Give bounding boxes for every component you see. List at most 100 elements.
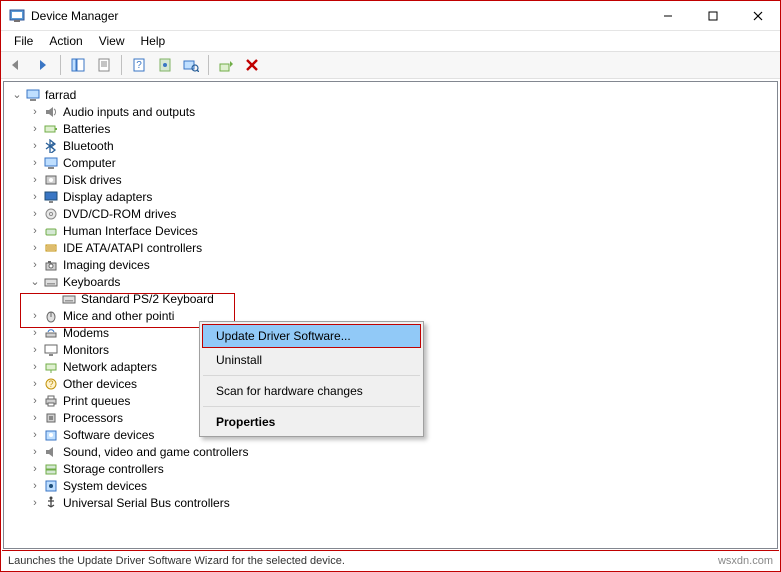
usb-icon	[43, 495, 59, 511]
menu-action[interactable]: Action	[42, 32, 89, 50]
tree-item-label: Audio inputs and outputs	[63, 105, 195, 119]
forward-button[interactable]	[31, 54, 55, 76]
toolbar-separator	[208, 55, 209, 75]
tree-item-label: Disk drives	[63, 173, 122, 187]
tree-item-label: Processors	[63, 411, 123, 425]
expand-icon[interactable]: ›	[28, 241, 42, 255]
minimize-button[interactable]	[645, 1, 690, 30]
tree-category[interactable]: ›Batteries	[26, 120, 777, 137]
tree-category[interactable]: › Disk drives	[26, 171, 777, 188]
close-button[interactable]	[735, 1, 780, 30]
expand-icon[interactable]: ›	[28, 207, 42, 221]
expand-icon[interactable]: ›	[28, 258, 42, 272]
tree-device[interactable]: Standard PS/2 Keyboard	[44, 290, 777, 307]
update-driver-button[interactable]	[214, 54, 238, 76]
display-icon	[43, 189, 59, 205]
menu-view[interactable]: View	[92, 32, 132, 50]
expand-icon[interactable]: ›	[28, 394, 42, 408]
expand-icon[interactable]: ›	[28, 326, 42, 340]
expand-icon[interactable]: ›	[28, 105, 42, 119]
tree-category[interactable]: › Computer	[26, 154, 777, 171]
tree-item-label: DVD/CD-ROM drives	[63, 207, 176, 221]
tree-category[interactable]: ›Bluetooth	[26, 137, 777, 154]
bluetooth-icon	[43, 138, 59, 154]
tree-item-label: Monitors	[63, 343, 109, 357]
tree-item-label: Modems	[63, 326, 109, 340]
tree-item-label: Print queues	[63, 394, 130, 408]
camera-icon	[43, 257, 59, 273]
collapse-icon[interactable]: ⌄	[28, 275, 42, 289]
tree-category[interactable]: › Audio inputs and outputs	[26, 103, 777, 120]
window-title: Device Manager	[31, 9, 645, 23]
context-separator	[203, 375, 420, 376]
properties-button[interactable]	[92, 54, 116, 76]
titlebar: Device Manager	[1, 1, 780, 31]
tree-category[interactable]: › Human Interface Devices	[26, 222, 777, 239]
tree-item-label: Software devices	[63, 428, 154, 442]
tree-item-label: Display adapters	[63, 190, 152, 204]
tree-category[interactable]: › Imaging devices	[26, 256, 777, 273]
tree-item-label: Human Interface Devices	[63, 224, 198, 238]
tree-category[interactable]: › IDE ATA/ATAPI controllers	[26, 239, 777, 256]
tree-category[interactable]: › DVD/CD-ROM drives	[26, 205, 777, 222]
tree-item-label: Universal Serial Bus controllers	[63, 496, 230, 510]
tree-item-label: IDE ATA/ATAPI controllers	[63, 241, 202, 255]
toolbar-separator	[121, 55, 122, 75]
keyboard-icon	[61, 291, 77, 307]
expand-icon[interactable]: ›	[28, 224, 42, 238]
tree-item-label: System devices	[63, 479, 147, 493]
tree-category[interactable]: › System devices	[26, 477, 777, 494]
menu-file[interactable]: File	[7, 32, 40, 50]
menu-help[interactable]: Help	[134, 32, 173, 50]
svg-text:?: ?	[136, 60, 142, 71]
tree-category[interactable]: › Storage controllers	[26, 460, 777, 477]
maximize-button[interactable]	[690, 1, 735, 30]
tree-item-label: Network adapters	[63, 360, 157, 374]
expand-icon[interactable]: ›	[28, 377, 42, 391]
svg-text:?: ?	[48, 379, 53, 389]
collapse-icon[interactable]: ⌄	[10, 88, 24, 102]
expand-icon[interactable]: ›	[28, 122, 42, 136]
expand-icon[interactable]: ›	[28, 173, 42, 187]
sound-icon	[43, 444, 59, 460]
expand-icon[interactable]: ›	[28, 156, 42, 170]
expand-icon[interactable]: ›	[28, 190, 42, 204]
context-properties[interactable]: Properties	[202, 410, 421, 434]
mouse-icon	[43, 308, 59, 324]
expand-icon[interactable]: ›	[28, 479, 42, 493]
expand-icon[interactable]: ›	[28, 360, 42, 374]
uninstall-button[interactable]	[240, 54, 264, 76]
tree-category[interactable]: › Display adapters	[26, 188, 777, 205]
help-sheet-button[interactable]	[153, 54, 177, 76]
tree-item-label: Storage controllers	[63, 462, 164, 476]
expand-icon[interactable]: ›	[28, 445, 42, 459]
expand-icon[interactable]: ›	[28, 411, 42, 425]
context-uninstall[interactable]: Uninstall	[202, 348, 421, 372]
expand-icon[interactable]: ›	[28, 139, 42, 153]
battery-icon	[43, 121, 59, 137]
context-update-driver[interactable]: Update Driver Software...	[202, 324, 421, 348]
tree-category[interactable]: ⌄KeyboardsStandard PS/2 Keyboard	[26, 273, 777, 307]
scan-hardware-button[interactable]	[179, 54, 203, 76]
expand-icon[interactable]: ›	[28, 343, 42, 357]
speaker-icon	[43, 104, 59, 120]
software-icon	[43, 427, 59, 443]
expand-icon[interactable]: ›	[28, 462, 42, 476]
tree-area[interactable]: ⌄ farrad › Audio inputs and outputs›Batte…	[3, 81, 778, 549]
printer-icon	[43, 393, 59, 409]
tree-item-label: Imaging devices	[63, 258, 150, 272]
tree-category[interactable]: › Universal Serial Bus controllers	[26, 494, 777, 511]
expand-icon[interactable]: ›	[28, 309, 42, 323]
show-hide-tree-button[interactable]	[66, 54, 90, 76]
context-scan[interactable]: Scan for hardware changes	[202, 379, 421, 403]
expand-icon[interactable]: ›	[28, 428, 42, 442]
tree-root-label: farrad	[45, 88, 76, 102]
help-button[interactable]: ?	[127, 54, 151, 76]
toolbar-separator	[60, 55, 61, 75]
expand-icon[interactable]: ›	[28, 496, 42, 510]
disk-icon	[43, 172, 59, 188]
tree-item-label: Computer	[63, 156, 116, 170]
tree-root[interactable]: ⌄ farrad › Audio inputs and outputs›Batte…	[8, 86, 777, 511]
tree-category[interactable]: ›Sound, video and game controllers	[26, 443, 777, 460]
back-button[interactable]	[5, 54, 29, 76]
